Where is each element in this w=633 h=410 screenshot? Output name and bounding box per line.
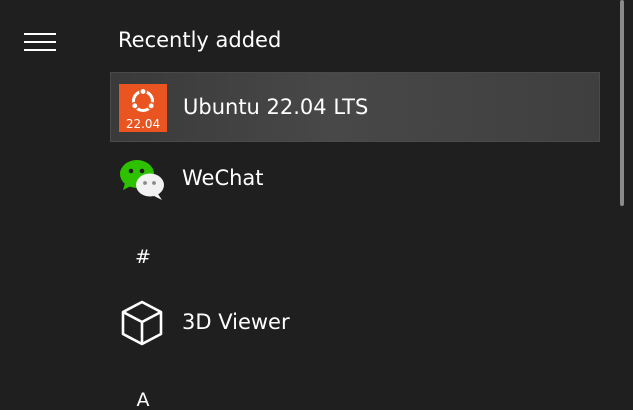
- app-label-wechat: WeChat: [182, 166, 264, 190]
- cube-icon: [118, 299, 166, 347]
- app-item-ubuntu[interactable]: 22.04 Ubuntu 22.04 LTS: [110, 72, 600, 142]
- app-item-wechat[interactable]: WeChat: [110, 144, 600, 214]
- app-label-3d-viewer: 3D Viewer: [182, 310, 290, 334]
- section-title-recently-added: Recently added: [118, 28, 282, 52]
- ubuntu-icon: 22.04: [119, 84, 167, 132]
- group-header-hash[interactable]: #: [134, 246, 152, 268]
- hamburger-line: [24, 49, 56, 51]
- app-item-3d-viewer[interactable]: 3D Viewer: [110, 288, 600, 358]
- start-menu-all-apps: Recently added 22.04 Ubuntu 22.04 LTS We…: [0, 0, 633, 410]
- hamburger-line: [24, 41, 56, 43]
- app-label-ubuntu: Ubuntu 22.04 LTS: [183, 95, 369, 119]
- scrollbar-thumb[interactable]: [620, 0, 624, 206]
- group-header-a[interactable]: A: [134, 389, 152, 410]
- wechat-icon: [118, 155, 166, 203]
- hamburger-line: [24, 33, 56, 35]
- hamburger-menu-icon[interactable]: [24, 33, 56, 51]
- ubuntu-version-text: 22.04: [125, 117, 161, 131]
